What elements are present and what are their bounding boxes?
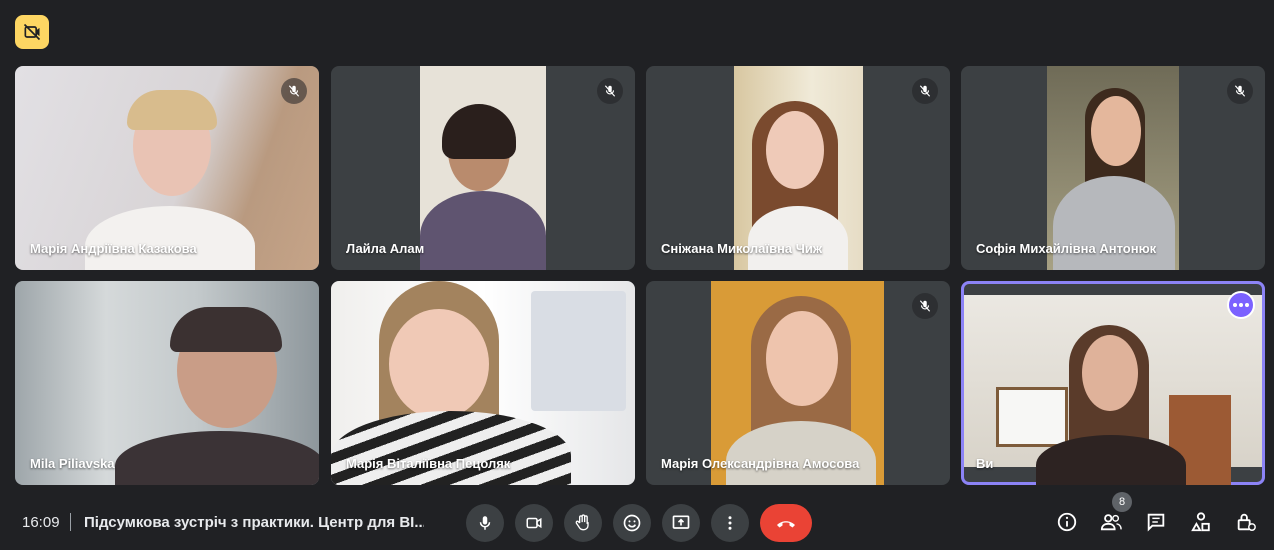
participant-tile[interactable]: Сніжана Миколаївна Чиж	[646, 66, 950, 270]
participant-name: Софія Михайлівна Антонюк	[976, 241, 1157, 256]
more-options-icon[interactable]	[1227, 291, 1255, 319]
participant-video	[1047, 66, 1179, 270]
participant-tile[interactable]: Софія Михайлівна Антонюк	[961, 66, 1265, 270]
present-screen-icon	[672, 515, 690, 529]
mic-off-icon	[597, 78, 623, 104]
mic-off-icon	[912, 293, 938, 319]
participant-grid: Марія Андріївна Казакова Лайла Алам Сніж…	[15, 66, 1265, 485]
participant-tile[interactable]: Марія Андріївна Казакова	[15, 66, 319, 270]
meeting-controls-bar: 16:09 Підсумкова зустріч з практики. Цен…	[0, 492, 1274, 550]
present-screen-button[interactable]	[662, 504, 700, 542]
hang-up-icon	[777, 521, 795, 528]
activities-icon	[1191, 512, 1210, 532]
host-controls-button[interactable]	[1233, 509, 1259, 535]
participant-name: Mila Piliavska	[30, 456, 115, 471]
participant-video	[331, 281, 635, 485]
participant-video	[734, 66, 863, 270]
more-vert-icon	[728, 516, 732, 530]
participant-tile[interactable]: Mila Piliavska	[15, 281, 319, 485]
lock-person-icon	[1237, 513, 1256, 531]
participant-name: Марія Андріївна Казакова	[30, 241, 197, 256]
raise-hand-button[interactable]	[564, 504, 602, 542]
chat-button[interactable]	[1143, 509, 1169, 535]
participant-video	[711, 281, 884, 485]
meeting-clock: 16:09	[22, 514, 60, 531]
participant-name: Ви	[976, 456, 994, 471]
mic-off-icon	[281, 78, 307, 104]
chat-icon	[1147, 513, 1165, 532]
participant-video	[15, 281, 319, 485]
emoji-icon	[623, 514, 641, 532]
people-button[interactable]	[1098, 509, 1124, 535]
reactions-button[interactable]	[613, 504, 651, 542]
people-icon	[1100, 514, 1122, 531]
camera-icon	[526, 517, 542, 529]
participant-tile[interactable]: Марія Олександрівна Амосова	[646, 281, 950, 485]
hidden-video-badge[interactable]	[15, 15, 49, 49]
participant-name: Марія Віталіївна Пецоляк	[346, 456, 511, 471]
participant-tile[interactable]: Лайла Алам	[331, 66, 635, 270]
participant-name: Марія Олександрівна Амосова	[661, 456, 860, 471]
participant-video	[420, 66, 546, 270]
mic-off-icon	[912, 78, 938, 104]
leave-call-button[interactable]	[760, 504, 812, 542]
microphone-icon	[479, 516, 491, 530]
camera-button[interactable]	[515, 504, 553, 542]
participant-name: Сніжана Миколаївна Чиж	[661, 241, 823, 256]
more-options-button[interactable]	[711, 504, 749, 542]
participant-tile[interactable]: Марія Віталіївна Пецоляк	[331, 281, 635, 485]
raise-hand-icon	[575, 514, 589, 531]
mic-off-icon	[1227, 78, 1253, 104]
participant-video	[964, 295, 1262, 485]
divider	[70, 513, 71, 531]
meeting-details-button[interactable]	[1054, 509, 1080, 535]
activities-button[interactable]	[1188, 509, 1214, 535]
participant-video	[15, 66, 319, 270]
microphone-button[interactable]	[466, 504, 504, 542]
no-video-badge-icon	[23, 23, 41, 41]
participant-name: Лайла Алам	[346, 241, 425, 256]
participant-tile-self[interactable]: Ви	[961, 281, 1265, 485]
info-icon	[1057, 512, 1077, 532]
meeting-title: Підсумкова зустріч з практики. Центр для…	[84, 514, 424, 531]
